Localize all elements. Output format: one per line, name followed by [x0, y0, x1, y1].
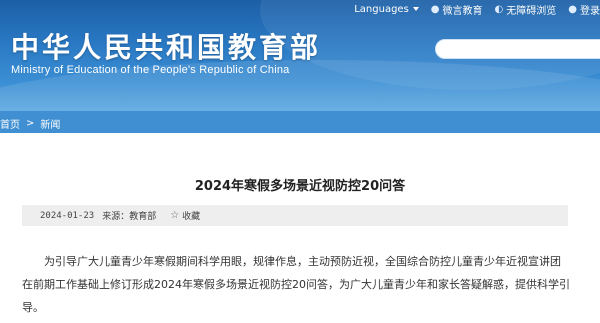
breadcrumb: 首页 > 新闻	[0, 116, 60, 131]
languages-dropdown[interactable]: Languages	[354, 4, 419, 15]
caret-down-icon	[412, 7, 419, 11]
site-title[interactable]: 中华人民共和国教育部	[11, 26, 321, 66]
search-input[interactable]	[435, 39, 600, 59]
wechat-link[interactable]: ● 微言教育	[431, 2, 483, 17]
login-link[interactable]: ● 登录	[568, 2, 600, 17]
login-label: 登录	[580, 5, 600, 17]
favorite-button[interactable]: ☆ 收藏	[170, 209, 200, 222]
site-header: 中华人民共和国教育部 Ministry of Education of the …	[0, 0, 600, 111]
accessibility-icon: ◐	[494, 3, 504, 15]
accessibility-label: 无障碍浏览	[506, 5, 557, 17]
article-body: 为引导广大儿童青少年寒假期间科学用眼，规律作息，主动预防近视，全国综合防控儿童青…	[22, 255, 570, 314]
breadcrumb-bar	[0, 111, 600, 133]
article-title: 2024年寒假多场景近视防控20问答	[194, 179, 406, 194]
site-subtitle: Ministry of Education of the People's Re…	[11, 64, 290, 76]
breadcrumb-home[interactable]: 首页	[0, 116, 20, 131]
breadcrumb-news[interactable]: 新闻	[40, 116, 60, 131]
article-date: 2024-01-23	[40, 210, 95, 221]
breadcrumb-separator: >	[26, 118, 35, 129]
article-source: 来源：教育部	[102, 212, 157, 222]
top-utility-bar: Languages ● 微言教育 ◐ 无障碍浏览 ● 登录	[354, 0, 600, 18]
user-icon: ●	[568, 3, 577, 15]
languages-label: Languages	[354, 3, 409, 15]
wechat-label: 微言教育	[442, 5, 483, 17]
wechat-icon: ●	[430, 3, 440, 15]
star-icon: ☆	[170, 210, 180, 221]
accessibility-link[interactable]: ◐ 无障碍浏览	[495, 2, 557, 17]
favorite-label: 收藏	[182, 212, 201, 222]
article-meta-bar: 2024-01-23 来源：教育部 ☆ 收藏	[22, 205, 568, 226]
